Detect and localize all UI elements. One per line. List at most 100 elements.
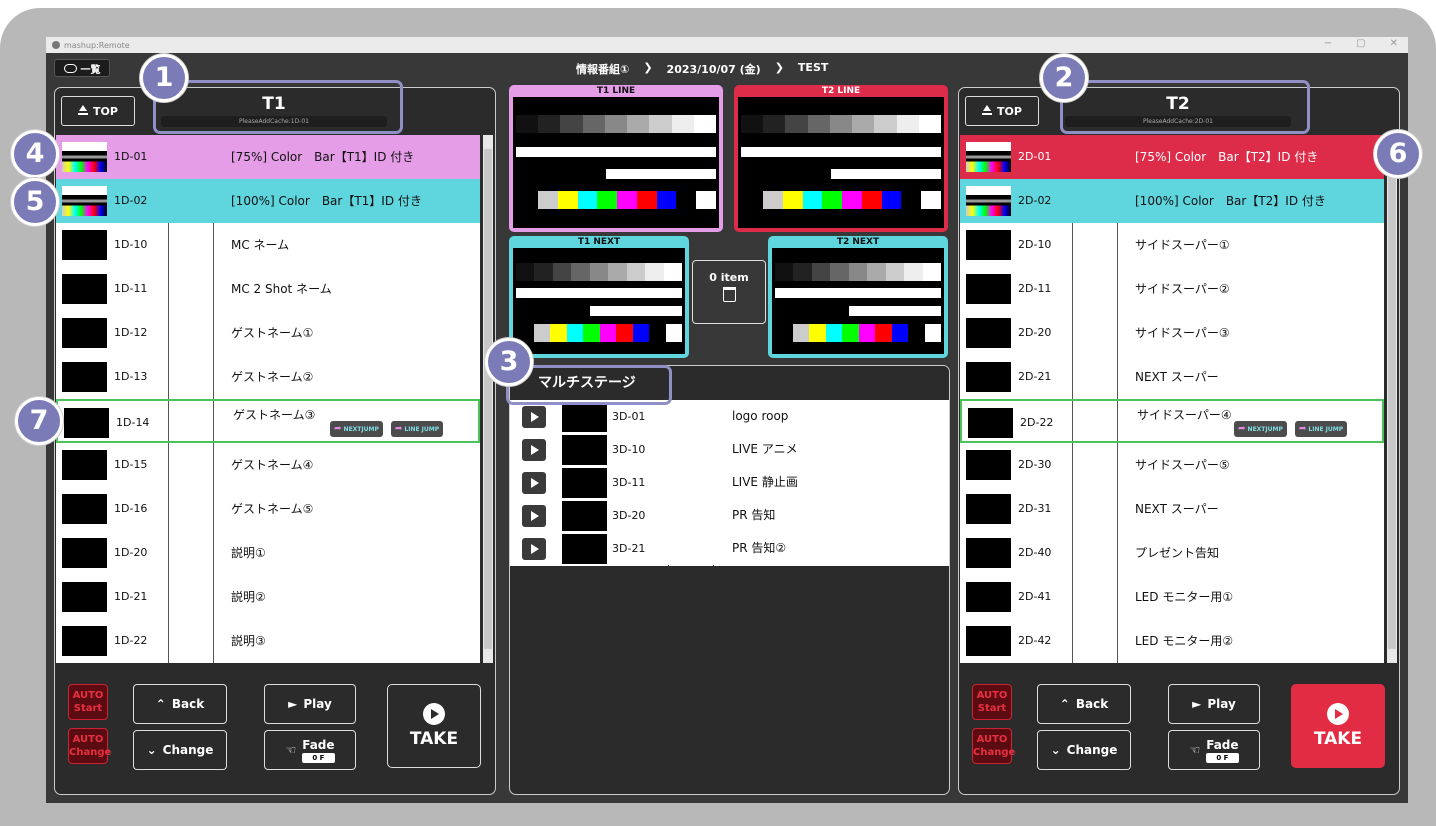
auto-change-button[interactable]: AUTO Change — [972, 728, 1015, 764]
scrollbar[interactable] — [1387, 135, 1397, 663]
next-jump-button[interactable]: ➦ NEXTJUMP — [1234, 421, 1287, 437]
window-title: mashup:Remote — [64, 40, 130, 50]
stage-item[interactable]: 3D-11 LIVE 静止画 — [510, 466, 949, 499]
take-button[interactable]: TAKE — [387, 684, 481, 768]
list-item[interactable]: 1D-13 ゲストネーム② — [56, 355, 480, 399]
list-item[interactable]: 1D-22 説明③ — [56, 619, 480, 663]
cache-trash-button[interactable]: 0 item — [692, 260, 766, 324]
crumb-sep: ❯ — [643, 61, 653, 74]
item-title: [75%] Color Bar【T1】ID 付き — [231, 150, 415, 164]
t1-line-monitor[interactable]: T1 LINE — [509, 85, 723, 232]
list-item[interactable]: 2D-11 サイドスーパー② — [960, 267, 1384, 311]
callout-badge-6: 6 — [1374, 130, 1422, 178]
list-item[interactable]: 2D-21 NEXT スーパー — [960, 355, 1384, 399]
list-item[interactable]: 1D-10 MC ネーム — [56, 223, 480, 267]
scrollbar-thumb[interactable] — [1388, 149, 1396, 649]
item-title: LIVE アニメ — [732, 442, 798, 456]
list-item[interactable]: 2D-41 LED モニター用① — [960, 575, 1384, 619]
list-item[interactable]: 1D-02 [100%] Color Bar【T1】ID 付き — [56, 179, 480, 223]
back-button[interactable]: ⌃ Back — [1037, 684, 1131, 724]
list-item[interactable]: 1D-15 ゲストネーム④ — [56, 443, 480, 487]
thumbnail — [966, 362, 1011, 392]
list-item[interactable]: 2D-20 サイドスーパー③ — [960, 311, 1384, 355]
auto-start-button[interactable]: AUTO Start — [68, 684, 108, 720]
play-icon[interactable] — [522, 439, 546, 461]
list-item[interactable]: 2D-42 LED モニター用② — [960, 619, 1384, 663]
thumbnail — [966, 582, 1011, 612]
list-item[interactable]: 1D-01 [75%] Color Bar【T1】ID 付き — [56, 135, 480, 179]
fade-value: 0 F — [302, 752, 335, 763]
list-item[interactable]: 1D-21 説明② — [56, 575, 480, 619]
monitor-screen — [513, 97, 719, 228]
thumbnail — [62, 626, 107, 656]
auto-label: AUTO — [72, 734, 104, 745]
list-item[interactable]: 1D-12 ゲストネーム① — [56, 311, 480, 355]
list-item[interactable]: 1D-11 MC 2 Shot ネーム — [56, 267, 480, 311]
list-item[interactable]: 2D-40 プレゼント告知 — [960, 531, 1384, 575]
double-chevron-up-icon: ⌃ — [1059, 697, 1070, 711]
top-button[interactable]: TOP — [61, 96, 135, 126]
t2-list: 2D-01 [75%] Color Bar【T2】ID 付き 2D-02 [100%]… — [960, 135, 1384, 663]
fade-button[interactable]: ☜ Fade 0 F — [264, 730, 356, 770]
stage-item[interactable]: 3D-10 LIVE アニメ — [510, 433, 949, 466]
top-button[interactable]: TOP — [965, 96, 1039, 126]
back-button[interactable]: ⌃ Back — [133, 684, 227, 724]
minimize-button[interactable]: − — [1324, 38, 1332, 49]
t2-line-monitor[interactable]: T2 LINE — [734, 85, 948, 232]
list-button[interactable]: 一覧 — [54, 59, 110, 77]
maximize-button[interactable]: ▢ — [1356, 38, 1365, 49]
line-jump-button[interactable]: ➦ LINE JUMP — [390, 421, 444, 437]
play-icon[interactable] — [522, 505, 546, 527]
list-item[interactable]: 2D-02 [100%] Color Bar【T2】ID 付き — [960, 179, 1384, 223]
list-item[interactable]: 1D-16 ゲストネーム⑤ — [56, 487, 480, 531]
line-jump-button[interactable]: ➦ LINE JUMP — [1294, 421, 1348, 437]
play-button[interactable]: ► Play — [1168, 684, 1260, 724]
fade-button[interactable]: ☜ Fade 0 F — [1168, 730, 1260, 770]
stage-list: 3D-01 logo roop 3D-10 LIVE アニメ 3D-11 LIVE 静止画… — [510, 400, 949, 566]
list-item[interactable]: 2D-10 サイドスーパー① — [960, 223, 1384, 267]
list-item[interactable]: 1D-20 説明① — [56, 531, 480, 575]
grayscale-bars — [775, 263, 941, 281]
item-title: ゲストネーム② — [231, 370, 314, 384]
cloud-icon — [63, 63, 77, 73]
crumb-show[interactable]: TEST — [798, 61, 828, 77]
list-item[interactable]: 2D-22 サイドスーパー④ ➦ NEXTJUMP ➦ LINE JUMP — [960, 399, 1384, 443]
jump-arrow-icon: ➦ — [394, 424, 403, 434]
crumb-program[interactable]: 情報番組① — [576, 61, 629, 77]
t2-next-monitor[interactable]: T2 NEXT — [768, 236, 948, 358]
play-icon[interactable] — [522, 406, 546, 428]
play-icon[interactable] — [522, 538, 546, 560]
thumbnail — [966, 186, 1011, 216]
item-code: 2D-42 — [1018, 634, 1052, 647]
change-button[interactable]: ⌄ Change — [1037, 730, 1131, 770]
auto-start-button[interactable]: AUTO Start — [972, 684, 1012, 720]
stage-item[interactable]: 3D-20 PR 告知 — [510, 499, 949, 532]
play-button[interactable]: ► Play — [264, 684, 356, 724]
auto-change-button[interactable]: AUTO Change — [68, 728, 111, 764]
scrollbar-thumb[interactable] — [484, 149, 492, 649]
t1-next-monitor[interactable]: T1 NEXT — [509, 236, 689, 358]
crumb-date[interactable]: 2023/10/07 (金) — [667, 61, 761, 77]
change-button[interactable]: ⌄ Change — [133, 730, 227, 770]
jump-buttons: ➦ NEXTJUMP ➦ LINE JUMP — [330, 421, 444, 437]
take-button[interactable]: TAKE — [1291, 684, 1385, 768]
color-bars — [793, 324, 941, 342]
fade-group: Fade 0 F — [302, 738, 335, 763]
close-button[interactable]: ✕ — [1390, 38, 1398, 49]
list-item[interactable]: 2D-31 NEXT スーパー — [960, 487, 1384, 531]
list-item[interactable]: 2D-01 [75%] Color Bar【T2】ID 付き — [960, 135, 1384, 179]
double-chevron-down-icon: ⌄ — [1050, 743, 1061, 757]
color-bars — [534, 324, 682, 342]
top-label: TOP — [93, 104, 118, 118]
scrollbar[interactable] — [483, 135, 493, 663]
item-code: 2D-22 — [1020, 416, 1054, 429]
next-jump-button[interactable]: ➦ NEXTJUMP — [330, 421, 383, 437]
white-bar — [775, 288, 941, 298]
app-icon — [52, 41, 60, 49]
list-item[interactable]: 2D-30 サイドスーパー⑤ — [960, 443, 1384, 487]
white-bar — [741, 147, 941, 157]
play-icon[interactable] — [522, 472, 546, 494]
list-item[interactable]: 1D-14 ゲストネーム③ ➦ NEXTJUMP ➦ LINE JUMP — [56, 399, 480, 443]
stage-item[interactable]: 3D-21 PR 告知② — [510, 532, 949, 565]
t1-panel: TOP T1 PleaseAddCache:1D-01 1D-01 [75%] C… — [54, 87, 496, 795]
